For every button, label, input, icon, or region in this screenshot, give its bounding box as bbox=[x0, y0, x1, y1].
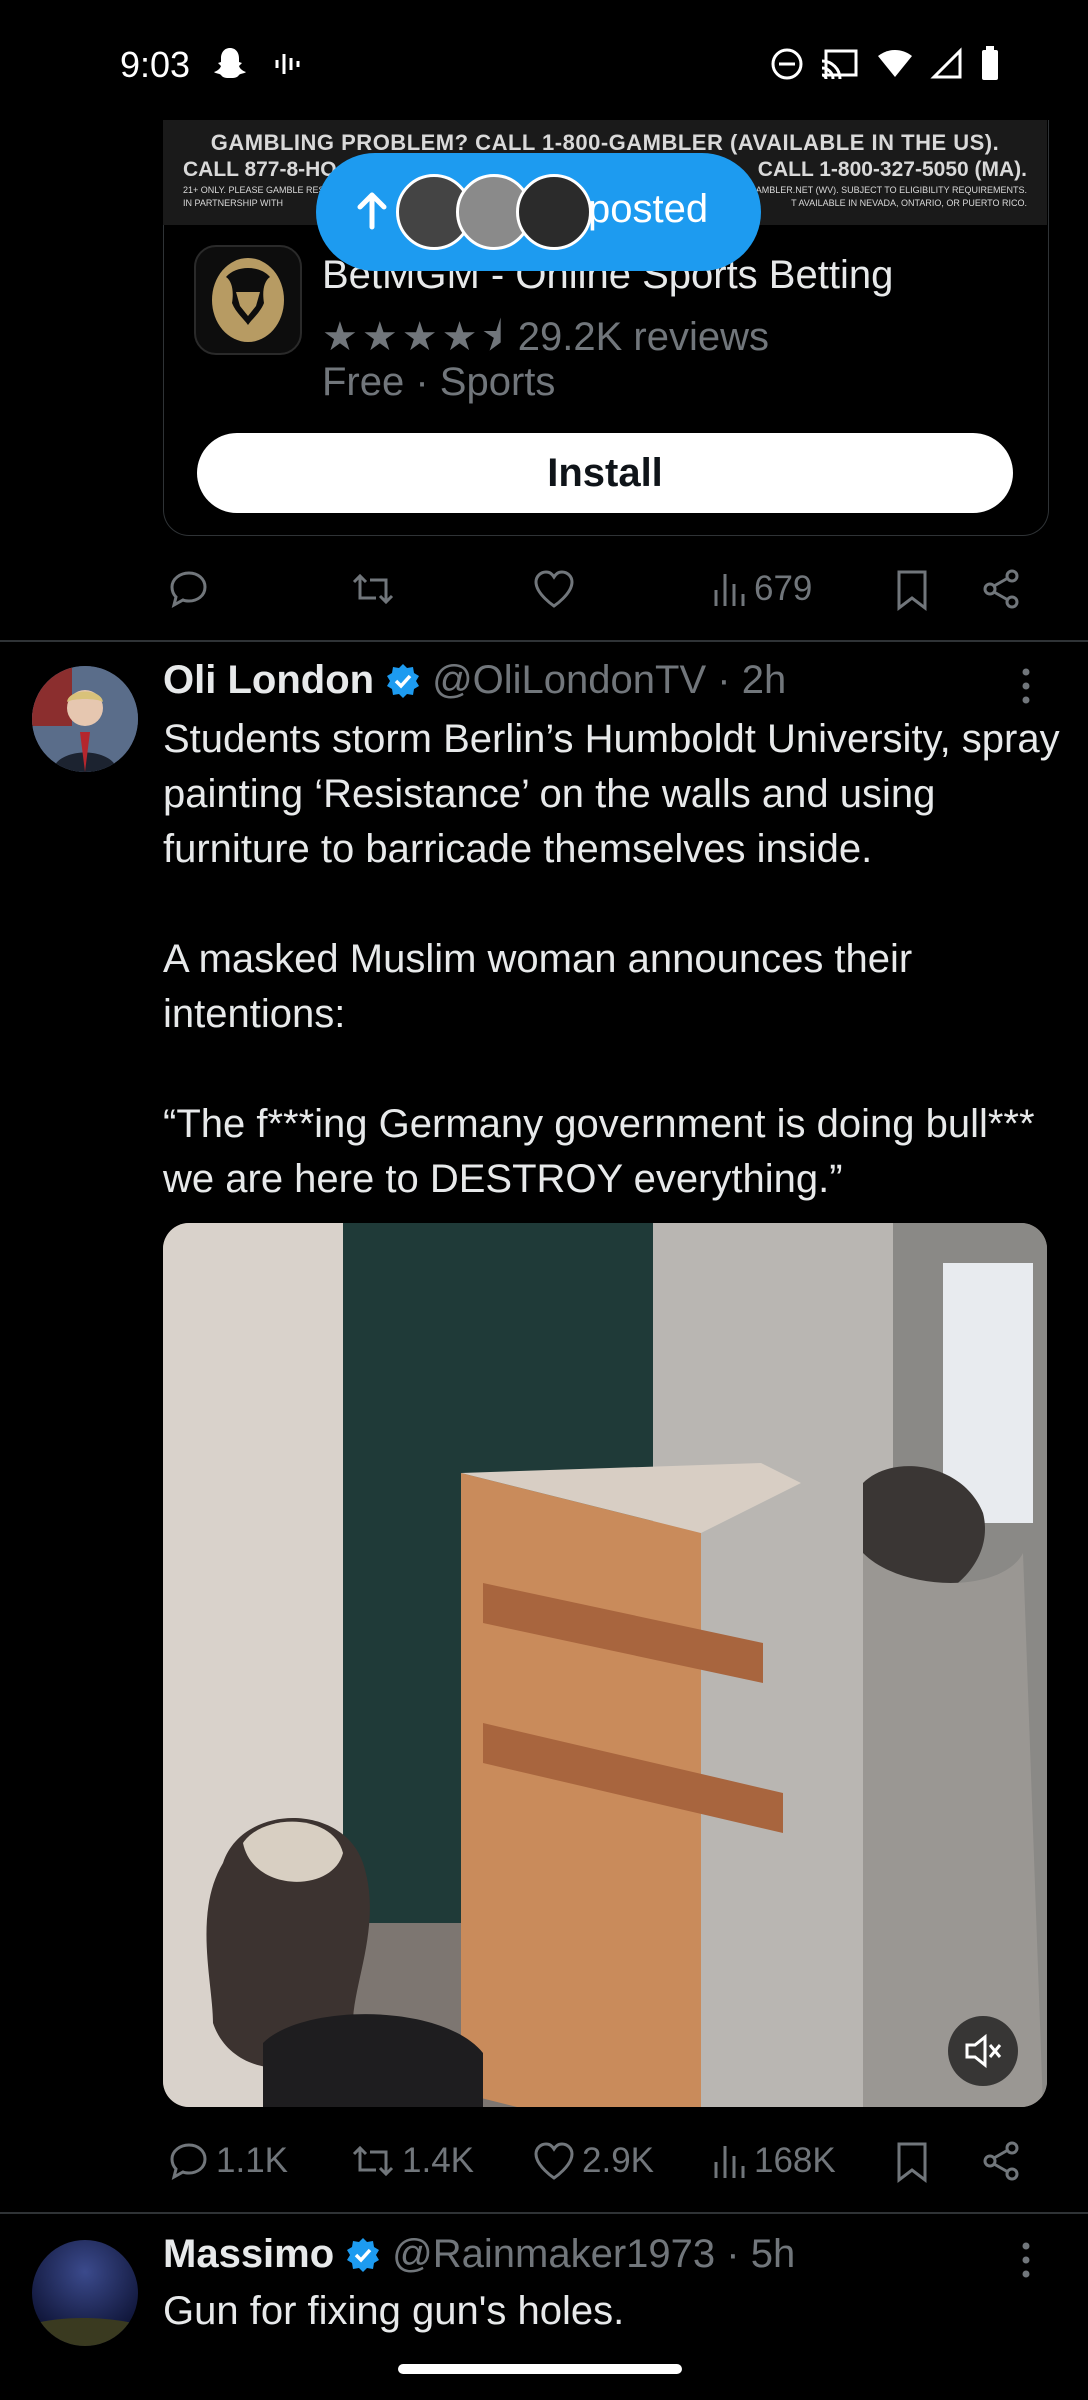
repost-icon bbox=[352, 573, 394, 605]
ad-banner-line2-right: CALL 1-800-327-5050 (MA). bbox=[757, 158, 1027, 181]
views-button[interactable]: 679 bbox=[712, 568, 812, 610]
mute-button[interactable] bbox=[948, 2016, 1018, 2086]
status-left-icons bbox=[210, 44, 306, 84]
install-button[interactable]: Install bbox=[197, 433, 1013, 513]
tweet-video[interactable] bbox=[163, 1223, 1047, 2107]
author-handle[interactable]: @Rainmaker1973 · 5h bbox=[392, 2232, 795, 2277]
bookmark-icon bbox=[897, 570, 927, 612]
repost-button[interactable] bbox=[350, 568, 396, 610]
avatar[interactable] bbox=[32, 2240, 138, 2346]
reply-count: 1.1K bbox=[216, 2141, 288, 2180]
arrow-up-icon bbox=[357, 192, 387, 230]
views-icon bbox=[714, 2146, 745, 2178]
like-count: 2.9K bbox=[582, 2141, 654, 2180]
video-frame bbox=[163, 1223, 1047, 2107]
review-count: 29.2K reviews bbox=[517, 315, 769, 359]
avatar[interactable] bbox=[32, 666, 138, 772]
snapchat-icon bbox=[214, 48, 246, 78]
share-icon bbox=[983, 2141, 1019, 2181]
like-button[interactable] bbox=[532, 568, 576, 610]
views-count: 679 bbox=[754, 569, 813, 608]
reply-button[interactable] bbox=[168, 568, 210, 610]
bookmark-icon bbox=[897, 2142, 927, 2184]
divider bbox=[0, 2212, 1088, 2214]
ad-banner-line2-left: CALL 877-8-HO bbox=[183, 158, 337, 181]
like-button[interactable]: 2.9K bbox=[532, 2140, 654, 2182]
reply-icon bbox=[170, 2143, 207, 2180]
status-icons bbox=[770, 46, 1000, 82]
speaker-muted-icon bbox=[965, 2033, 1002, 2069]
ad-banner-line3-right: GAMBLER.NET (WV). SUBJECT TO ELIGIBILITY… bbox=[748, 185, 1027, 195]
bookmark-button[interactable] bbox=[894, 2140, 930, 2184]
verified-badge-icon bbox=[347, 2237, 380, 2272]
avatar-image bbox=[32, 2240, 138, 2346]
reply-button[interactable]: 1.1K bbox=[168, 2140, 288, 2182]
author-name[interactable]: Oli London bbox=[163, 658, 374, 703]
repost-count: 1.4K bbox=[402, 2141, 474, 2180]
posted-label: posted bbox=[588, 187, 709, 231]
more-options-icon[interactable] bbox=[1018, 2240, 1034, 2290]
home-indicator[interactable] bbox=[398, 2364, 682, 2374]
verified-badge-icon bbox=[387, 663, 420, 698]
share-icon bbox=[983, 569, 1019, 609]
tweet-header: Massimo @Rainmaker1973 · 5h bbox=[163, 2232, 795, 2277]
betmgm-lion-logo[interactable] bbox=[194, 245, 302, 355]
more-options-icon[interactable] bbox=[1018, 666, 1034, 716]
views-button[interactable]: 168K bbox=[712, 2140, 836, 2182]
tweet-text: Students storm Berlin’s Humboldt Univers… bbox=[163, 717, 1060, 1201]
ad-banner-line4-left: IN PARTNERSHIP WITH bbox=[183, 198, 284, 208]
reply-icon bbox=[170, 571, 207, 608]
app-meta: Free · Sports bbox=[322, 360, 556, 404]
pill-avatar-3 bbox=[516, 174, 592, 250]
share-button[interactable] bbox=[980, 2140, 1022, 2182]
new-posts-pill[interactable]: posted bbox=[316, 153, 761, 271]
rating-stars: ★★★★⯨ bbox=[322, 315, 507, 359]
views-count: 168K bbox=[754, 2141, 836, 2180]
lion-icon bbox=[212, 258, 284, 342]
status-time: 9:03 bbox=[120, 44, 191, 85]
tweet-text: Gun for fixing gun's holes. bbox=[163, 2289, 625, 2333]
author-name[interactable]: Massimo bbox=[163, 2232, 334, 2277]
heart-icon bbox=[534, 2142, 574, 2180]
avatar-image bbox=[32, 666, 138, 772]
signal-icon bbox=[930, 47, 962, 79]
ad-banner-line3-left: 21+ ONLY. PLEASE GAMBLE RESP bbox=[183, 185, 331, 195]
heart-icon bbox=[534, 570, 574, 608]
ad-banner-line4-right: T AVAILABLE IN NEVADA, ONTARIO, OR PUERT… bbox=[791, 198, 1027, 208]
dnd-icon bbox=[771, 48, 803, 80]
audio-wave-icon bbox=[275, 54, 300, 74]
tweet-header: Oli London @OliLondonTV · 2h bbox=[163, 658, 786, 703]
views-icon bbox=[714, 574, 745, 606]
repost-button[interactable]: 1.4K bbox=[350, 2140, 474, 2182]
wifi-icon bbox=[878, 50, 912, 77]
bookmark-button[interactable] bbox=[894, 568, 930, 612]
share-button[interactable] bbox=[980, 568, 1022, 610]
battery-icon bbox=[982, 46, 998, 80]
divider bbox=[0, 640, 1088, 642]
author-handle[interactable]: @OliLondonTV · 2h bbox=[432, 658, 786, 703]
repost-icon bbox=[352, 2145, 394, 2177]
cast-icon bbox=[821, 49, 858, 80]
